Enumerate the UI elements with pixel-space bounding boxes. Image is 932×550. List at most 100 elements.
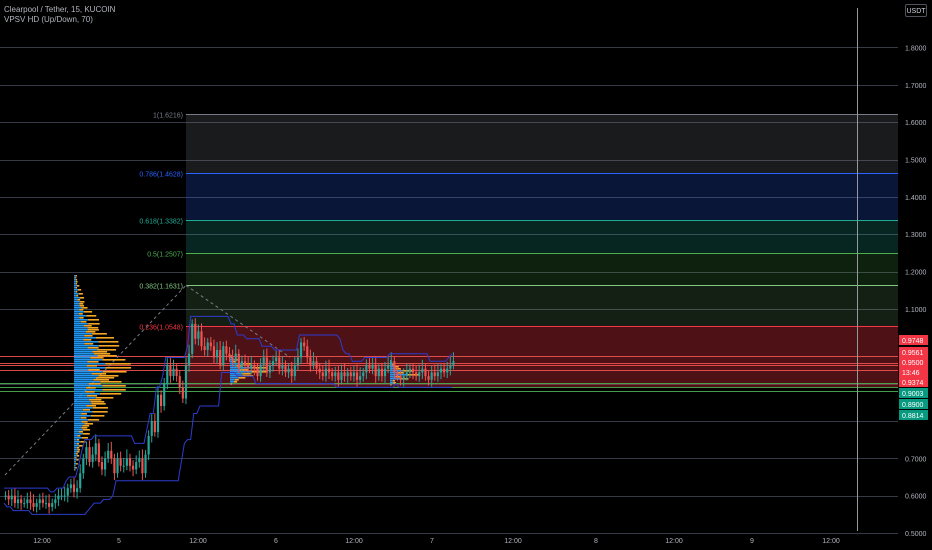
candle-body [48, 503, 51, 507]
currency-button[interactable]: USDT [905, 4, 927, 17]
profile-bar-up [74, 463, 77, 465]
profile-bar-up [74, 309, 80, 311]
profile-bar-down [234, 379, 239, 381]
profile-bar-down [392, 380, 395, 382]
candle-body [446, 368, 449, 373]
profile-bar-down [76, 463, 78, 465]
profile-bar-down [102, 389, 126, 391]
profile-bar-up [74, 303, 80, 305]
candle-body [290, 368, 293, 377]
price-axis[interactable]: 1.8000 1.7000 1.6000 1.5000 1.4000 1.3000 1.20… [905, 45, 927, 538]
profile-bar-down [82, 425, 90, 427]
profile-bar-down [87, 419, 100, 421]
candle-body [122, 465, 125, 467]
profile-bar-down [83, 311, 93, 313]
profile-bar-down [76, 455, 80, 457]
candle-body [138, 458, 141, 463]
profile-bar-down [77, 299, 81, 301]
profile-bar-down [89, 399, 102, 401]
price-axis-label: 0.5000 [905, 531, 927, 538]
profile-bar-down [79, 301, 85, 303]
profile-bar-down [75, 275, 77, 277]
profile-bar-down [75, 277, 77, 279]
profile-bar-up [74, 277, 76, 279]
price-tag-text: 0.9374 [902, 380, 924, 387]
candle-body [318, 368, 321, 373]
price-axis-label: 1.7000 [905, 83, 927, 90]
profile-bar-down [75, 457, 77, 459]
candle-body [312, 361, 315, 365]
profile-bar-up [74, 375, 99, 377]
profile-bar-down [85, 387, 96, 389]
profile-bar-down [96, 377, 115, 379]
profile-bar-up [74, 351, 93, 353]
candle-body [69, 484, 72, 489]
candle-body [103, 458, 107, 470]
profile-bar-up [74, 335, 85, 337]
candle-body [365, 364, 368, 373]
candle-body [79, 473, 82, 489]
profile-bar-up [74, 435, 78, 437]
profile-bar-up [74, 385, 103, 387]
profile-bar-up [74, 371, 103, 373]
profile-bar-up [74, 311, 84, 313]
candle-body [209, 342, 212, 347]
candle-body [187, 353, 191, 365]
price-axis-label: 1.1000 [905, 307, 927, 314]
candle-body [153, 420, 156, 433]
candle-body [57, 495, 60, 500]
indicator-title[interactable]: VPSV HD (Up/Down, 70) [4, 15, 115, 25]
candle-body [256, 368, 259, 377]
candle-body [343, 372, 346, 377]
profile-bar-up [74, 415, 91, 417]
price-chart[interactable]: 1(1.6216) 0.786(1.4628) 0.618(1.3382) 0.5(1… [0, 0, 932, 550]
candle-body [38, 499, 41, 504]
candle-body [287, 368, 290, 373]
profile-bar-up [74, 411, 93, 413]
candle-body [51, 503, 54, 507]
price-axis-label: 1.8000 [905, 45, 927, 52]
profile-bar-up [74, 443, 77, 445]
candle-body [306, 346, 309, 358]
symbol-title[interactable]: Clearpool / Tether, 15, KUCOIN [4, 5, 115, 15]
profile-bar-down [238, 377, 246, 379]
profile-bar-down [78, 445, 83, 447]
candle-body [452, 361, 455, 365]
profile-bar-up [74, 455, 77, 457]
time-axis[interactable]: 12:00 5 12:00 6 12:00 7 12:00 8 12:00 9 12:00 [33, 538, 840, 545]
candle-body [66, 488, 69, 496]
profile-bar-down [75, 291, 78, 293]
candle-body [278, 357, 281, 369]
candle-body [191, 323, 194, 354]
profile-bar-down [90, 401, 105, 403]
candle-body [119, 458, 122, 466]
profile-bar-up [74, 459, 77, 461]
profile-bar-down [74, 461, 76, 463]
profile-bar-down [95, 397, 114, 399]
profile-bar-down [87, 347, 99, 349]
profile-bar-up [74, 393, 100, 395]
candle-body [231, 357, 234, 362]
candle-body [321, 372, 324, 377]
fib-zone [186, 114, 898, 174]
candle-body [163, 383, 166, 407]
profile-bar-up [74, 281, 76, 283]
profile-bar-down [100, 381, 122, 383]
price-tag-text: 0.9500 [902, 360, 924, 367]
price-tag-text: 0.9003 [902, 391, 924, 398]
candle-body [262, 357, 265, 365]
profile-bar-down [98, 345, 120, 347]
candle-body [415, 372, 418, 377]
candle-body [237, 353, 240, 369]
candle-body [203, 346, 206, 350]
candle-body [54, 499, 57, 504]
profile-bar-up [74, 389, 103, 391]
profile-bar-up [74, 433, 83, 435]
profile-bar-up [74, 359, 103, 361]
price-tag-text: 0.9561 [902, 350, 924, 357]
candle-body [243, 361, 247, 365]
profile-bar-down [88, 323, 100, 325]
profile-bar-up [74, 367, 106, 369]
candle-body [234, 353, 237, 362]
profile-bar-up [74, 313, 79, 315]
